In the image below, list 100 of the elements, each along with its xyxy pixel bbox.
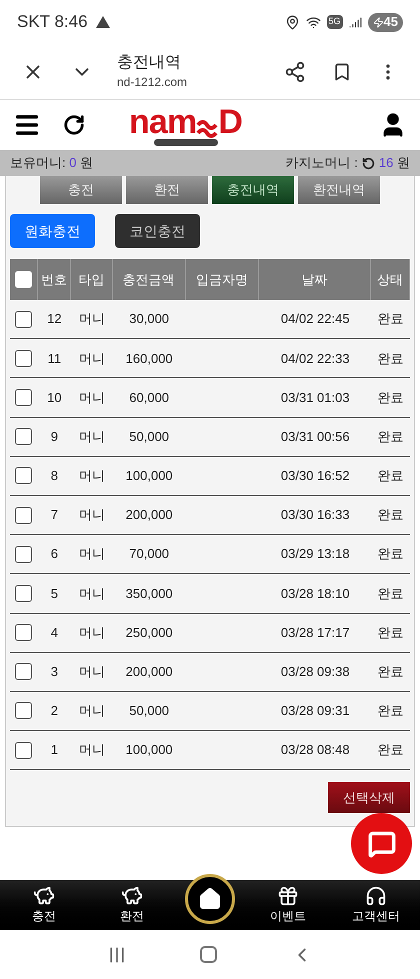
table-cell-text: 8 <box>50 467 58 486</box>
table-cell-text: 완료 <box>378 663 404 682</box>
checkbox[interactable] <box>15 467 32 484</box>
table-cell-text: 03/28 17:17 <box>280 624 350 642</box>
triangle-icon <box>96 16 110 28</box>
checkbox[interactable] <box>15 624 32 642</box>
table-cell-text: 60,000 <box>129 388 170 407</box>
refresh-icon[interactable] <box>362 156 375 170</box>
table-cell-text: 04/02 22:33 <box>280 350 350 368</box>
table-cell-text: 04/02 22:45 <box>280 310 350 328</box>
held-money: 보유머니: 0 원 <box>10 154 94 172</box>
page-title: 충전내역 <box>117 52 182 72</box>
table-cell-text: 100,000 <box>126 741 173 760</box>
table-cell-text: 완료 <box>378 741 404 760</box>
table-cell-text: 4 <box>50 624 58 642</box>
table-cell-text: 200,000 <box>126 663 173 682</box>
table-cell-text: 완료 <box>378 467 404 486</box>
table-cell-text: 완료 <box>378 506 404 524</box>
home-button[interactable] <box>185 874 235 924</box>
checkbox[interactable] <box>15 702 32 720</box>
table-cell-text: 5 <box>50 584 58 603</box>
table-cell-text: 100,000 <box>126 467 173 486</box>
table-cell-text: 03/30 16:33 <box>280 506 350 524</box>
table-cell-text: 250,000 <box>126 624 173 642</box>
home-nav-icon[interactable] <box>200 946 218 963</box>
table-cell-text: 완료 <box>378 350 404 368</box>
table-cell-text: 10 <box>47 388 62 407</box>
nav-item[interactable]: 충전 <box>9 885 79 925</box>
table-cell-text: 머니 <box>78 741 105 760</box>
checkbox[interactable] <box>15 350 32 367</box>
table-cell-text: 머니 <box>78 428 105 446</box>
nav-item[interactable]: 고객센터 <box>341 885 411 925</box>
checkbox[interactable] <box>15 546 32 563</box>
checkbox[interactable] <box>15 742 32 759</box>
table-cell-text: 머니 <box>78 584 105 603</box>
table-cell-text: 3 <box>50 663 58 682</box>
checkbox[interactable] <box>15 310 32 328</box>
column-header: 상태 <box>377 270 404 289</box>
chat-bubble-icon <box>368 830 396 858</box>
casino-money-value: 16 원 <box>378 154 410 172</box>
table-cell-text: 머니 <box>78 310 105 328</box>
piggy-bank-icon <box>121 885 143 907</box>
status-time: SKT 8:46 <box>17 11 88 34</box>
table-cell-text: 12 <box>47 310 62 328</box>
nav-item[interactable]: 환전 <box>97 885 167 925</box>
checkbox[interactable] <box>15 663 32 680</box>
table-cell-text: 머니 <box>78 506 105 524</box>
table-cell-text: 11 <box>48 350 62 368</box>
table-cell-text: 머니 <box>78 350 105 368</box>
nav-item[interactable]: 이벤트 <box>253 885 323 925</box>
table-cell-text: 머니 <box>78 702 105 720</box>
column-header: 번호 <box>40 270 67 289</box>
table-cell-text: 6 <box>50 545 58 564</box>
table-cell-text: 350,000 <box>126 584 173 603</box>
checkbox[interactable] <box>15 506 32 524</box>
table-cell-text: 머니 <box>78 467 105 486</box>
table-cell-text: 머니 <box>78 388 105 407</box>
checkbox[interactable] <box>15 428 32 446</box>
page-url: nd-1212.com <box>117 74 188 90</box>
table-cell-text: 완료 <box>378 584 404 603</box>
table-cell-text: 완료 <box>378 702 404 720</box>
table-cell-text: 머니 <box>78 663 105 682</box>
table-cell-text: 1 <box>50 741 58 760</box>
tab-button[interactable]: 원화충전 <box>10 214 95 248</box>
table-cell-text: 완료 <box>378 310 404 328</box>
table-cell-text: 03/28 18:10 <box>280 584 350 603</box>
table-cell-text: 200,000 <box>126 506 173 524</box>
table-cell-text: 03/30 16:52 <box>280 467 350 486</box>
table-cell-text: 30,000 <box>129 310 170 328</box>
gift-icon <box>277 885 299 907</box>
table-cell-text: 2 <box>50 702 58 720</box>
share-icon[interactable] <box>284 60 306 82</box>
piggy-bank-icon <box>33 885 55 907</box>
table-cell-text: 완료 <box>378 388 404 407</box>
table-cell-text: 03/28 09:38 <box>280 663 350 682</box>
tab[interactable]: 충전내역 <box>212 176 294 204</box>
column-header: 입금자명 <box>196 270 248 289</box>
table-cell-text: 완료 <box>378 428 404 446</box>
table-cell-text: 머니 <box>78 545 105 564</box>
checkbox[interactable] <box>15 388 32 406</box>
tab-button[interactable]: 코인충전 <box>115 214 200 248</box>
location-icon <box>284 14 300 30</box>
battery-indicator: 45 <box>368 12 403 32</box>
table-cell-text: 머니 <box>78 624 105 642</box>
home-icon <box>198 887 222 911</box>
table-cell-text: 50,000 <box>129 428 170 446</box>
table-cell-text: 50,000 <box>129 702 170 720</box>
table-cell-text: 03/28 09:31 <box>280 702 350 720</box>
checkbox[interactable] <box>15 584 32 602</box>
refresh-icon[interactable] <box>63 114 85 136</box>
casino-money-label: 카지노머니 : <box>286 154 358 172</box>
column-header: 충전금액 <box>122 270 175 289</box>
signal-icon <box>348 16 362 28</box>
site-logo[interactable]: nam D <box>129 104 242 146</box>
delete-selected-button[interactable]: 선택삭제 <box>328 782 410 814</box>
table-cell-text: 160,000 <box>126 350 173 368</box>
column-header: 타입 <box>78 270 104 289</box>
table-cell-text: 03/29 13:18 <box>280 545 350 564</box>
table-cell-text: 03/31 01:03 <box>280 388 350 407</box>
table-cell-text: 7 <box>50 506 58 524</box>
